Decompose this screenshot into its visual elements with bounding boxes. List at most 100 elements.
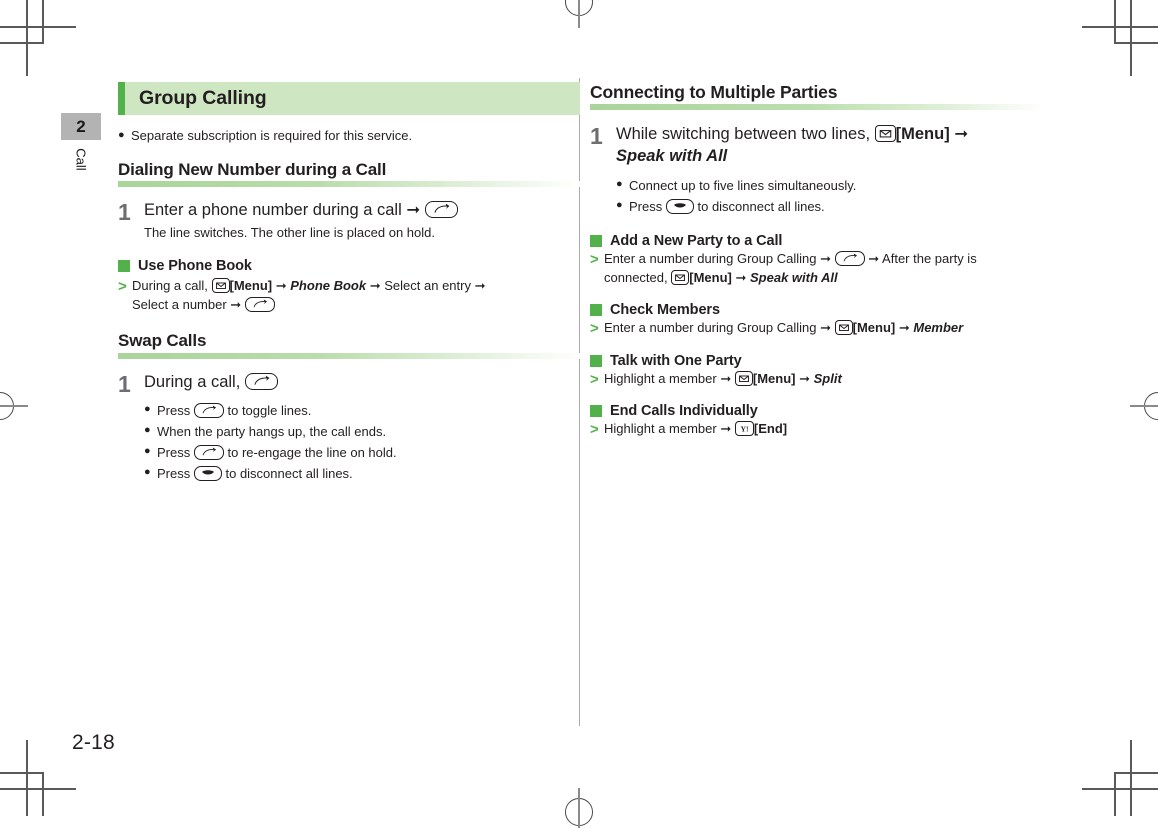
crop-mark-br-h2 (1116, 772, 1158, 774)
bullet-dot-icon: ● (616, 178, 623, 191)
registration-mark-top (562, 0, 596, 28)
menu-key-label: [Menu] (852, 320, 896, 336)
page-number: 2-18 (72, 731, 115, 754)
send-call-key-icon (244, 296, 275, 312)
subsection-heading: Add a New Party to a Call (610, 233, 783, 250)
procedure-end-calls: > Highlight a member ➞ Y! [End] (590, 420, 1045, 440)
crop-mark-tl-h2 (0, 42, 42, 44)
menu-envelope-key-icon (734, 370, 753, 386)
green-square-icon (590, 354, 602, 367)
crop-mark-bl-v2 (42, 772, 44, 816)
crop-mark-tr-v2 (1114, 0, 1116, 44)
right-arrow-icon: ➞ (720, 421, 732, 437)
green-square-icon (590, 405, 602, 418)
crop-mark-bl-v (26, 740, 28, 816)
crop-mark-tl-v (26, 0, 28, 76)
bullet-text: Connect up to five lines simultaneously. (629, 178, 857, 194)
procedure-text: Enter a number during Group Calling ➞ ➞ … (604, 250, 1045, 288)
subsection-heading: Use Phone Book (138, 257, 252, 274)
proc-part-2: After the party is (882, 251, 977, 267)
menu-envelope-key-icon (874, 125, 896, 143)
procedure-talk-one-party: > Highlight a member ➞ [Menu] ➞ Split (590, 370, 1045, 390)
page-title: Group Calling (139, 87, 267, 109)
step-1-swap: 1 During a call, ● Press to toggle lines… (118, 372, 580, 484)
procedure-use-phone-book: > During a call, [Menu] ➞ Phone Book ➞ S… (118, 277, 580, 315)
left-column: Group Calling ● Separate subscription is… (118, 82, 580, 484)
menu-envelope-key-icon (834, 320, 853, 336)
chapter-number: 2 (76, 116, 86, 136)
step-subtext: The line switches. The other line is pla… (144, 225, 435, 241)
step-title-text: Enter a phone number during a call (144, 201, 402, 220)
send-call-key-icon (244, 372, 278, 390)
bullet-dot-icon: ● (144, 403, 151, 416)
procedure-add-new-party: > Enter a number during Group Calling ➞ … (590, 250, 1045, 288)
proc-part-3: connected, (604, 270, 668, 286)
list-item: ● When the party hangs up, the call ends… (144, 421, 580, 442)
list-item: ● Press to re-engage the line on hold. (144, 442, 580, 463)
step-title: While switching between two lines, [Menu… (616, 124, 1045, 145)
bullet-text: Press to disconnect all lines. (157, 463, 580, 484)
send-call-key-icon (834, 251, 865, 267)
subsection-heading-row: Talk with One Party (590, 353, 1045, 369)
subsection-use-phone-book: Use Phone Book > During a call, [Menu] ➞… (118, 258, 580, 315)
step-title: Enter a phone number during a call ➞ (144, 200, 580, 221)
proc-part-1: Highlight a member (604, 370, 717, 386)
chapter-label-text: Call (73, 148, 89, 171)
procedure-check-members: > Enter a number during Group Calling ➞ … (590, 319, 1045, 339)
bullet-after: to disconnect all lines. (697, 199, 825, 215)
procedure-text: Highlight a member ➞ Y! [End] (604, 420, 1045, 439)
menu-key-label: [Menu] (752, 370, 796, 386)
subsection-check-members: Check Members > Enter a number during Gr… (590, 302, 1045, 339)
proc-part-1: During a call, (132, 277, 208, 293)
green-chevron-icon: > (590, 370, 599, 388)
bullet-before: Press (157, 403, 191, 419)
subsection-heading-row: Use Phone Book (118, 258, 580, 274)
green-square-icon (590, 304, 602, 317)
proc-part-1: Highlight a member (604, 421, 717, 437)
proc-part-1: Enter a number during Group Calling (604, 251, 817, 267)
menu-envelope-key-icon (671, 270, 690, 286)
send-call-key-icon (193, 445, 224, 461)
step-title-text: While switching between two lines, (616, 125, 871, 144)
section-dialing-new-number: Dialing New Number during a Call 1 Enter… (118, 160, 580, 315)
bullet-dot-icon: ● (144, 466, 151, 479)
right-arrow-icon: ➞ (898, 320, 910, 336)
registration-mark-bottom (562, 788, 596, 828)
subsection-end-calls-individually: End Calls Individually > Highlight a mem… (590, 403, 1045, 440)
bullet-dot-icon: ● (144, 445, 151, 458)
step-1-dialing: 1 Enter a phone number during a call ➞ T… (118, 200, 580, 242)
section-rule (118, 181, 580, 188)
list-item: ● Press to disconnect all lines. (144, 463, 580, 484)
right-arrow-icon: ➞ (868, 251, 880, 267)
section-heading: Connecting to Multiple Parties (590, 82, 838, 102)
bullet-after: to re-engage the line on hold. (227, 445, 397, 461)
proc-italic: Speak with All (750, 270, 838, 286)
bullet-dot-icon: ● (144, 424, 151, 437)
step-title-italic: Speak with All (616, 147, 728, 166)
proc-italic: Split (813, 370, 842, 386)
registration-mark-left (0, 392, 28, 426)
bullet-text: Press to toggle lines. (157, 400, 580, 421)
crop-mark-tl-v2 (42, 0, 44, 44)
green-chevron-icon: > (118, 277, 127, 295)
bullet-after: to toggle lines. (227, 403, 312, 419)
send-call-key-icon (193, 403, 224, 419)
send-call-key-icon (424, 201, 458, 219)
green-chevron-icon: > (590, 251, 599, 269)
section-heading: Dialing New Number during a Call (118, 159, 387, 179)
subsection-heading-row: Add a New Party to a Call (590, 233, 1045, 249)
yahoo-end-key-icon: Y! (734, 421, 754, 437)
section-rule (590, 104, 1045, 111)
crop-mark-br-v2 (1114, 772, 1116, 816)
list-item: ● Connect up to five lines simultaneousl… (616, 175, 1045, 196)
crop-mark-tr-h (1082, 26, 1158, 28)
crop-mark-bl-h2 (0, 772, 42, 774)
section-heading: Swap Calls (118, 331, 207, 351)
list-item: ● Press to toggle lines. (144, 400, 580, 421)
step-title: During a call, (144, 372, 580, 393)
subsection-heading-row: Check Members (590, 302, 1045, 318)
crop-mark-br-v (1130, 740, 1132, 816)
menu-key-label: [Menu] (895, 125, 950, 144)
right-arrow-icon: ➞ (275, 277, 287, 293)
intro-note: ● Separate subscription is required for … (118, 126, 580, 146)
